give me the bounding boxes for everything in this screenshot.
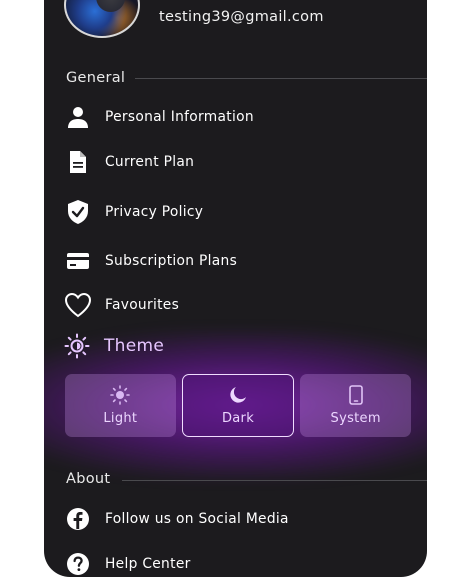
menu-item-subscription-plans[interactable]: Subscription Plans [64,246,404,276]
heart-icon [64,291,92,319]
general-divider [135,78,427,79]
sun-icon [64,333,90,359]
menu-item-privacy-policy[interactable]: Privacy Policy [64,197,404,227]
document-icon [64,148,92,176]
theme-option-system[interactable]: System [300,374,412,437]
theme-option-label: System [330,411,381,426]
menu-item-label: Personal Information [105,109,254,125]
theme-title: Theme [104,336,165,356]
theme-option-label: Dark [221,411,255,426]
about-section-title: About [66,471,111,487]
general-section-title: General [66,70,126,86]
sun-icon [110,385,131,405]
user-email: testing39@gmail.com [159,9,324,25]
theme-option-dark[interactable]: Dark [181,374,295,437]
theme-header: Theme [64,333,164,359]
menu-item-label: Help Center [105,556,191,572]
about-divider [122,480,427,481]
menu-item-help-center[interactable]: Help Center [64,549,404,577]
theme-option-light[interactable]: Light [65,374,176,437]
credit-card-icon [64,247,92,275]
menu-item-social-media[interactable]: Follow us on Social Media [64,504,404,534]
avatar[interactable] [64,0,140,38]
theme-selector: Light Dark System [65,374,412,437]
menu-item-label: Favourites [105,297,180,313]
menu-item-label: Privacy Policy [105,204,204,220]
menu-item-current-plan[interactable]: Current Plan [64,147,404,177]
menu-item-personal-information[interactable]: Personal Information [64,102,404,132]
theme-option-label: Light [103,411,138,426]
moon-icon [229,385,247,405]
menu-item-favourites[interactable]: Favourites [64,290,404,320]
settings-screen: testing39@gmail.com General Personal Inf… [44,0,427,577]
person-icon [64,103,92,131]
shield-check-icon [64,198,92,226]
menu-item-label: Subscription Plans [105,253,238,269]
facebook-icon [64,505,92,533]
phone-icon [348,385,363,405]
question-icon [64,550,92,577]
menu-item-label: Current Plan [105,154,195,170]
menu-item-label: Follow us on Social Media [105,511,289,527]
